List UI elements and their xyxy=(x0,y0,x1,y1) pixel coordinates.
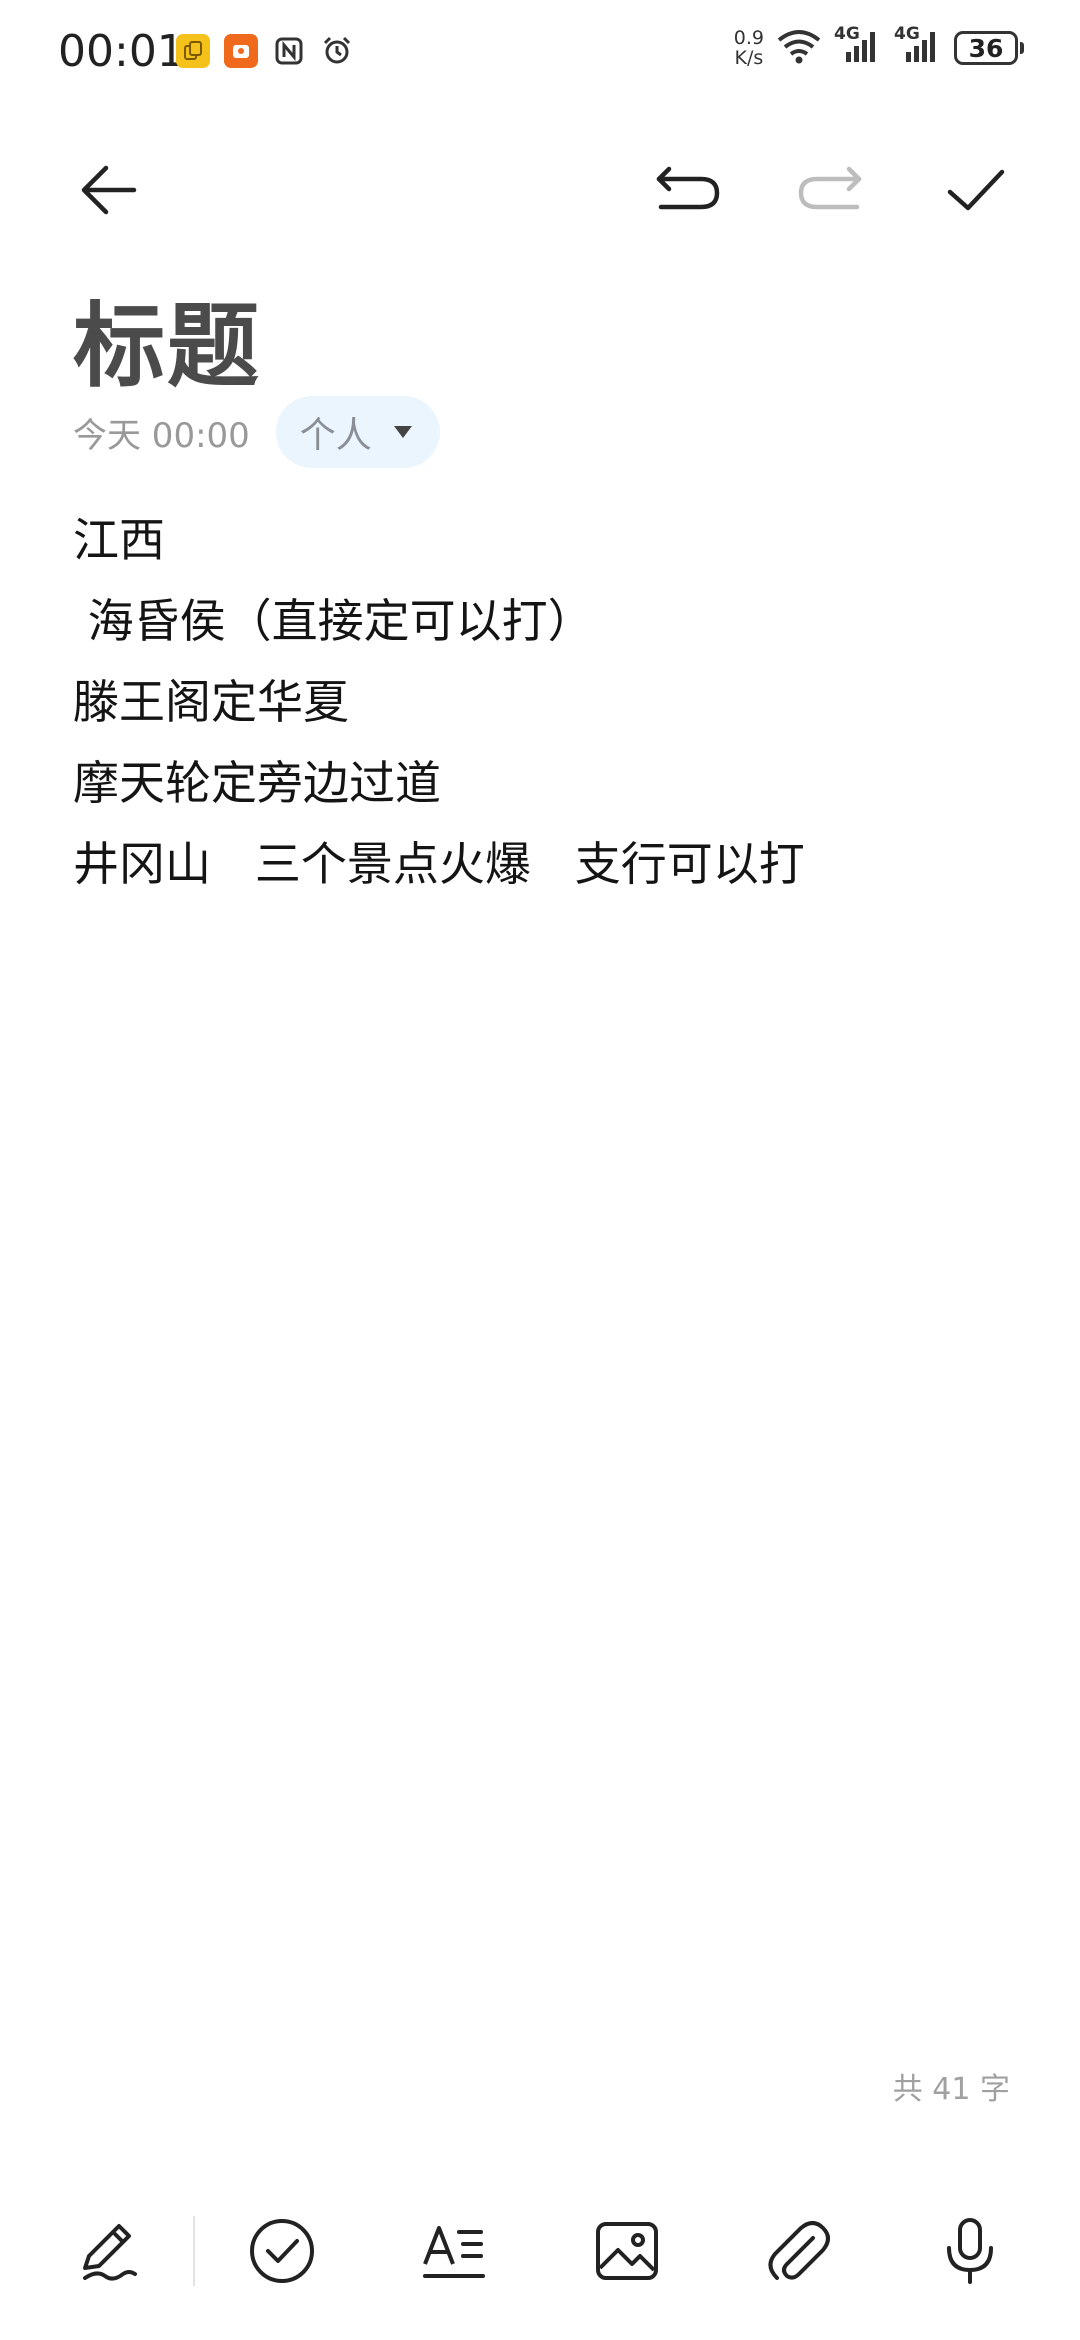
pen-icon xyxy=(83,2224,137,2281)
nfc-icon xyxy=(272,34,306,68)
caret-down-icon xyxy=(393,426,412,438)
net-speed-unit: K/s xyxy=(734,47,764,69)
status-app-icons xyxy=(176,34,354,68)
note-line: 滕王阁定华夏 xyxy=(73,675,349,729)
signal-4g-icon: 4G xyxy=(834,24,882,68)
undo-button[interactable] xyxy=(648,150,728,230)
battery-icon: 36 xyxy=(954,31,1024,65)
word-count: 共 41 字 xyxy=(892,2072,1010,2107)
check-icon xyxy=(947,169,1005,211)
alarm-icon xyxy=(320,34,354,68)
status-time: 00:01 xyxy=(58,26,185,77)
bottom-toolbar xyxy=(0,2200,1080,2300)
checklist-icon xyxy=(250,2219,314,2283)
note-date: 今天 00:00 xyxy=(73,415,250,456)
back-button[interactable] xyxy=(68,150,148,230)
note-title[interactable]: 标题 xyxy=(73,272,261,405)
clipboard-app-icon xyxy=(176,34,210,68)
signal-4g-icon: 4G xyxy=(894,24,942,68)
undo-icon xyxy=(656,166,720,210)
status-right-group: 0.9 K/s 4G 4G 36 xyxy=(734,24,1024,68)
handwriting-button[interactable] xyxy=(65,2206,155,2296)
shopping-app-icon xyxy=(224,34,258,68)
battery-level: 36 xyxy=(954,31,1018,65)
battery-tip xyxy=(1020,42,1024,54)
back-arrow-icon xyxy=(81,165,137,215)
text-format-button[interactable] xyxy=(409,2206,499,2296)
note-body[interactable]: 江西 海昏侯（直接定可以打） 滕王阁定华夏 摩天轮定旁边过道 井冈山 三个景点火… xyxy=(73,500,1013,905)
text-format-icon xyxy=(423,2226,485,2278)
insert-image-button[interactable] xyxy=(582,2206,672,2296)
editor-toolbar xyxy=(0,150,1080,230)
save-button[interactable] xyxy=(936,150,1016,230)
network-speed: 0.9 K/s xyxy=(734,28,764,68)
folder-selector[interactable]: 个人 xyxy=(275,396,440,468)
checklist-button[interactable] xyxy=(237,2206,327,2296)
signal-label-1: 4G xyxy=(834,24,860,44)
note-meta: 今天 00:00 个人 xyxy=(73,396,440,468)
note-line: 海昏侯（直接定可以打） xyxy=(73,594,594,648)
attachment-icon xyxy=(768,2221,830,2280)
toolbar-divider xyxy=(193,2216,195,2286)
net-speed-value: 0.9 xyxy=(733,27,764,49)
attachment-button[interactable] xyxy=(753,2206,843,2296)
voice-input-button[interactable] xyxy=(925,2206,1015,2296)
signal-label-2: 4G xyxy=(894,24,920,44)
folder-label: 个人 xyxy=(299,415,372,456)
wifi-icon xyxy=(776,28,822,68)
redo-button[interactable] xyxy=(790,150,870,230)
microphone-icon xyxy=(947,2218,993,2284)
note-line: 江西 xyxy=(73,513,165,567)
redo-icon xyxy=(798,166,862,210)
status-bar: 00:01 0.9 K/s 4G 4G 36 xyxy=(0,0,1080,110)
image-icon xyxy=(596,2222,658,2280)
note-line: 井冈山 三个景点火爆 支行可以打 xyxy=(73,837,805,891)
note-line: 摩天轮定旁边过道 xyxy=(73,756,441,810)
